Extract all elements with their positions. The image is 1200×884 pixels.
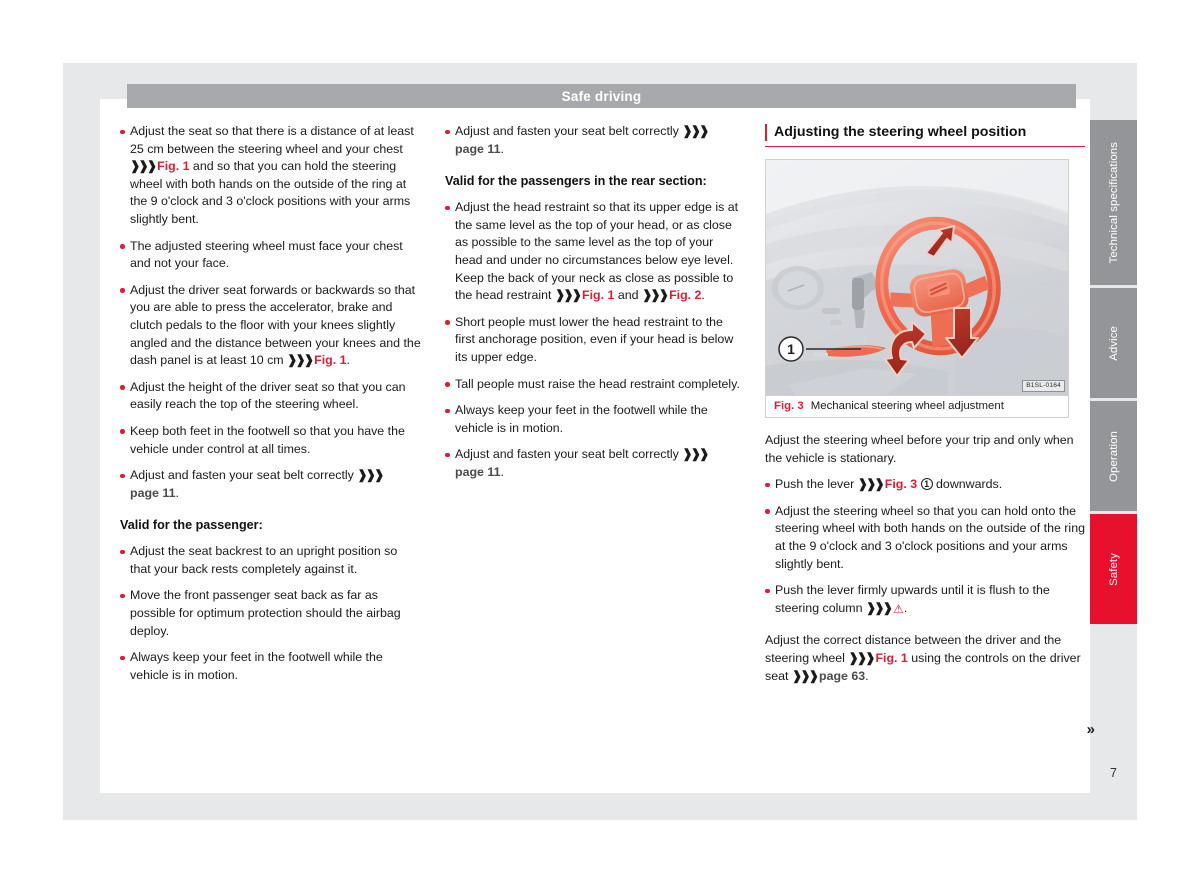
- bullet-dot-icon: [445, 205, 450, 211]
- reference-chevron-icon: ❱❱❱: [682, 447, 709, 462]
- bullet-dot-icon: [120, 129, 125, 134]
- bullet-dot-icon: [445, 408, 450, 414]
- bullet-dot-icon: [445, 452, 450, 458]
- figure-caption-text: Mechanical steering wheel adjustment: [810, 400, 1004, 412]
- bullet-dot-icon: [120, 549, 125, 555]
- list-item: Push the lever firmly upwards until it i…: [765, 582, 1085, 618]
- list-item: Always keep your feet in the footwell wh…: [445, 402, 743, 437]
- reference-chevron-icon: ❱❱❱: [357, 468, 384, 483]
- list-item: Adjust and fasten your seat belt correct…: [445, 123, 743, 158]
- reference-chevron-icon: ❱❱❱: [130, 159, 157, 174]
- figure-caption: Fig. 3 Mechanical steering wheel adjustme…: [766, 395, 1068, 417]
- bullet-dot-icon: [765, 588, 770, 594]
- bullet-dot-icon: [120, 288, 125, 293]
- figure-reference-link[interactable]: Fig. 3: [885, 477, 917, 491]
- callout-number-badge: 1: [920, 478, 933, 491]
- sidebar-item-label: Safety: [1107, 552, 1120, 586]
- figure-reference-link[interactable]: Fig. 1: [157, 159, 189, 173]
- column-left: Adjust the seat so that there is a dista…: [120, 123, 445, 783]
- reference-chevron-icon: ❱❱❱: [857, 477, 885, 492]
- bullet-dot-icon: [445, 382, 450, 387]
- figure-caption-label: Fig. 3: [774, 400, 804, 412]
- page-header-title: Safe driving: [561, 88, 642, 104]
- section-title-text: Adjusting the steering wheel position: [774, 124, 1027, 140]
- reference-chevron-icon: ❱❱❱: [865, 600, 893, 615]
- subheading: Valid for the passengers in the rear sec…: [445, 174, 707, 189]
- sidebar-item-label: Operation: [1107, 430, 1120, 482]
- steering-wheel-illustration: 1: [766, 160, 1068, 395]
- continuation-marker-icon: »: [1086, 721, 1095, 738]
- list-item: Push the lever ❱❱❱ Fig. 3 1 downwards.: [765, 476, 1085, 494]
- page-reference-link[interactable]: page 11: [455, 465, 500, 479]
- side-tab-rail: Technical specifications Advice Operatio…: [1090, 120, 1137, 627]
- section-heading: Adjusting the steering wheel position: [765, 123, 1085, 147]
- reference-chevron-icon: ❱❱❱: [287, 353, 314, 368]
- list-item: Move the front passenger seat back as fa…: [120, 587, 421, 640]
- sidebar-item-technical-specifications[interactable]: Technical specifications: [1090, 120, 1137, 285]
- bullet-dot-icon: [765, 482, 770, 488]
- list-item: Adjust the driver seat forwards or backw…: [120, 282, 421, 370]
- bullet-dot-icon: [120, 244, 125, 249]
- list-item: Always keep your feet in the footwell wh…: [120, 649, 421, 684]
- bullet-dot-icon: [445, 320, 450, 325]
- list-item: Short people must lower the head restrai…: [445, 314, 743, 367]
- bullet-dot-icon: [120, 473, 125, 479]
- svg-text:1: 1: [787, 341, 795, 357]
- list-item: Adjust the seat so that there is a dista…: [120, 123, 421, 229]
- bullet-dot-icon: [765, 509, 770, 514]
- reference-chevron-icon: ❱❱❱: [848, 650, 875, 665]
- sidebar-item-operation[interactable]: Operation: [1090, 401, 1137, 511]
- figure-image: 1 B1SL-0164: [766, 160, 1068, 395]
- figure: 1 B1SL-0164 Fig. 3 Mechanical steering wh…: [765, 159, 1069, 418]
- figure-reference-link[interactable]: Fig. 1: [875, 651, 907, 665]
- sidebar-item-label: Technical specifications: [1107, 141, 1120, 264]
- list-item: Keep both feet in the footwell so that y…: [120, 423, 421, 458]
- reference-chevron-icon: ❱❱❱: [682, 124, 709, 138]
- page-number: 7: [1110, 766, 1117, 780]
- figure-reference-link[interactable]: Fig. 1: [314, 353, 346, 367]
- list-item: Adjust the height of the driver seat so …: [120, 379, 421, 414]
- bullet-dot-icon: [120, 385, 125, 390]
- warning-triangle-icon: ⚠: [893, 601, 904, 616]
- list-item: The adjusted steering wheel must face yo…: [120, 238, 421, 273]
- closing-paragraph: Adjust the correct distance between the …: [765, 633, 1081, 683]
- figure-image-code: B1SL-0164: [1022, 380, 1065, 392]
- page-reference-link[interactable]: page 63: [819, 669, 865, 683]
- sidebar-item-safety[interactable]: Safety: [1090, 514, 1137, 624]
- figure-reference-link[interactable]: Fig. 2: [669, 288, 701, 302]
- intro-paragraph: Adjust the steering wheel before your tr…: [765, 433, 1074, 465]
- bullet-dot-icon: [120, 429, 125, 434]
- bullet-dot-icon: [120, 655, 125, 661]
- sidebar-item-label: Advice: [1107, 325, 1120, 361]
- content-columns: Adjust the seat so that there is a dista…: [120, 123, 1095, 783]
- list-item: Adjust the seat backrest to an upright p…: [120, 543, 421, 578]
- page-reference-link[interactable]: page 11: [455, 142, 500, 156]
- list-item: Tall people must raise the head restrain…: [445, 376, 743, 394]
- reference-chevron-icon: ❱❱❱: [791, 668, 819, 683]
- list-item: Adjust the steering wheel so that you ca…: [765, 503, 1085, 573]
- bullet-dot-icon: [120, 593, 125, 599]
- page-reference-link[interactable]: page 11: [130, 486, 175, 500]
- list-item: Adjust and fasten your seat belt correct…: [445, 446, 743, 481]
- column-right: Adjusting the steering wheel position 1 …: [765, 123, 1095, 783]
- list-item: Adjust the head restraint so that its up…: [445, 199, 743, 305]
- reference-chevron-icon: ❱❱❱: [554, 288, 582, 303]
- manual-page: Safe driving Adjust the seat so that the…: [0, 0, 1200, 884]
- page-header-band: Safe driving: [127, 84, 1076, 108]
- subheading: Valid for the passenger:: [120, 518, 263, 533]
- sidebar-item-advice[interactable]: Advice: [1090, 288, 1137, 398]
- list-item: Adjust and fasten your seat belt correct…: [120, 467, 421, 502]
- column-middle: Adjust and fasten your seat belt correct…: [445, 123, 765, 783]
- figure-reference-link[interactable]: Fig. 1: [582, 288, 614, 302]
- reference-chevron-icon: ❱❱❱: [641, 288, 669, 303]
- bullet-dot-icon: [445, 129, 450, 134]
